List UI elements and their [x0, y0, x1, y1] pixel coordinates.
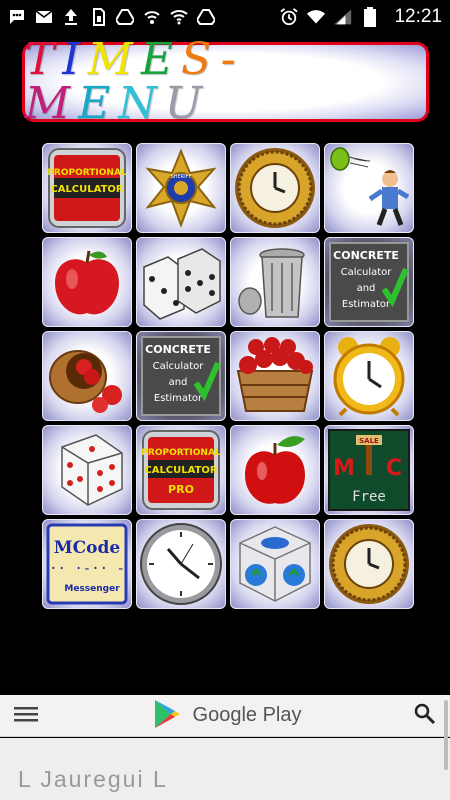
- svg-text:and: and: [357, 283, 376, 294]
- sheriff-badge-icon: SHERIFF: [145, 148, 217, 228]
- recycle-cube-icon: [239, 526, 311, 602]
- app-tile-sheriff-badge[interactable]: SHERIFF: [136, 143, 226, 233]
- system-icons: 12:21: [280, 6, 442, 28]
- app-tile-alarm-clock[interactable]: [324, 331, 414, 421]
- play-store-icon: [151, 698, 183, 734]
- svg-text:CONCRETE: CONCRETE: [145, 343, 211, 356]
- concrete-calculator-icon: CONCRETE Calculator and Estimator: [329, 242, 409, 322]
- svg-text:M: M: [333, 456, 355, 481]
- svg-text:and: and: [169, 377, 188, 388]
- upload-icon: [62, 8, 80, 26]
- calculator-icon: PROPORTIONAL CALCULATOR: [47, 148, 127, 228]
- mail-icon: [35, 8, 53, 26]
- app-tile-recycle-cube[interactable]: [230, 519, 320, 609]
- google-play-logo[interactable]: Google Play: [151, 698, 302, 734]
- title-letter: M: [25, 78, 79, 129]
- app-tile-concrete-calculator[interactable]: CONCRETE Calculator and Estimator: [324, 237, 414, 327]
- dice-icon: [143, 248, 221, 320]
- balloon-man-icon: [330, 147, 410, 226]
- app-tile-wall-clock[interactable]: [136, 519, 226, 609]
- app-tile-proportional-calculator[interactable]: PROPORTIONAL CALCULATOR: [42, 143, 132, 233]
- svg-text:C: C: [386, 456, 402, 481]
- wifi-icon: [307, 8, 326, 26]
- apple-icon: [245, 436, 305, 504]
- developer-name[interactable]: L Jauregui L: [18, 766, 168, 793]
- alarm-icon: [280, 7, 299, 26]
- svg-text:Messenger: Messenger: [64, 584, 120, 594]
- app-tile-proportional-calculator-pro[interactable]: PROPORTIONAL CALCULATOR PRO: [136, 425, 226, 515]
- die-icon: [61, 434, 123, 506]
- hamburger-icon[interactable]: [14, 706, 38, 726]
- google-play-label: Google Play: [192, 704, 302, 726]
- apple-icon: [55, 250, 119, 315]
- svg-text:Estimator: Estimator: [154, 393, 203, 404]
- svg-text:PROPORTIONAL: PROPORTIONAL: [141, 448, 221, 458]
- search-icon[interactable]: [414, 703, 436, 729]
- trash-can-icon: [238, 248, 305, 318]
- mc-free-icon: SALE M C Free: [328, 429, 410, 511]
- svg-text:Estimator: Estimator: [342, 299, 391, 310]
- svg-text:SHERIFF: SHERIFF: [171, 174, 192, 180]
- battery-icon: [361, 6, 379, 27]
- app-grid: PROPORTIONAL CALCULATOR SHERIFF CONCRETE…: [42, 143, 414, 609]
- app-tile-trash-can[interactable]: [230, 237, 320, 327]
- apple-basket-icon: [236, 337, 314, 412]
- app-tile-red-apple[interactable]: [42, 237, 132, 327]
- title-letter: U: [164, 78, 210, 129]
- app-title: TIMES-MENU: [25, 38, 426, 126]
- drive-icon: [197, 8, 215, 26]
- notification-icons: [8, 7, 215, 26]
- app-tile-concrete-calculator-2[interactable]: CONCRETE Calculator and Estimator: [136, 331, 226, 421]
- sim-icon: [89, 7, 107, 26]
- app-tile-single-die[interactable]: [42, 425, 132, 515]
- title-letter: E: [78, 78, 119, 129]
- google-play-bar: Google Play: [0, 695, 450, 737]
- svg-text:CALCULATOR: CALCULATOR: [144, 465, 218, 476]
- chat-icon: [8, 8, 26, 26]
- calculator-pro-icon: PROPORTIONAL CALCULATOR PRO: [141, 430, 221, 510]
- status-time: 12:21: [394, 5, 442, 27]
- gold-clock-icon: [235, 148, 315, 228]
- wifi-call-icon: [143, 8, 161, 26]
- gold-clock-icon: [329, 524, 409, 604]
- status-bar: 12:21: [0, 0, 450, 33]
- signal-icon: [334, 8, 352, 26]
- svg-text:PRO: PRO: [168, 483, 194, 496]
- app-tile-apple-leaf[interactable]: [230, 425, 320, 515]
- svg-text:SALE: SALE: [359, 437, 379, 445]
- app-tile-gold-clock-2[interactable]: [324, 519, 414, 609]
- developer-section: L Jauregui L: [0, 738, 450, 800]
- wall-clock-icon: [140, 523, 222, 605]
- svg-text:Calculator: Calculator: [341, 267, 393, 278]
- app-tile-apple-basket[interactable]: [230, 331, 320, 421]
- app-tile-dice[interactable]: [136, 237, 226, 327]
- svg-text:Calculator: Calculator: [153, 361, 205, 372]
- app-tile-mc-free[interactable]: SALE M C Free: [324, 425, 414, 515]
- apple-basket-icon: [49, 350, 122, 413]
- scrollbar[interactable]: [444, 700, 448, 770]
- svg-text:CALCULATOR: CALCULATOR: [50, 184, 124, 195]
- concrete-calculator-icon: CONCRETE Calculator and Estimator: [141, 336, 221, 416]
- app-tile-mcode-messenger[interactable]: MCode ·· ·-·· - Messenger: [42, 519, 132, 609]
- svg-text:PROPORTIONAL: PROPORTIONAL: [47, 168, 127, 178]
- title-banner: TIMES-MENU: [22, 38, 429, 126]
- app-tile-water-balloon-man[interactable]: [324, 143, 414, 233]
- svg-text:CONCRETE: CONCRETE: [333, 249, 399, 262]
- svg-text:MCode: MCode: [54, 538, 121, 558]
- title-letter: N: [118, 78, 165, 129]
- alarm-clock-icon: [333, 337, 405, 417]
- mcode-messenger-icon: MCode ·· ·-·· - Messenger: [46, 523, 128, 605]
- drive-icon: [116, 8, 134, 26]
- svg-text:Free: Free: [352, 489, 386, 505]
- svg-text:·· ·-·· -: ·· ·-·· -: [49, 561, 125, 577]
- title-letter: -: [220, 34, 244, 85]
- app-tile-gold-clock[interactable]: [230, 143, 320, 233]
- app-tile-apple-basket-tipped[interactable]: [42, 331, 132, 421]
- wifi-icon: [170, 8, 188, 26]
